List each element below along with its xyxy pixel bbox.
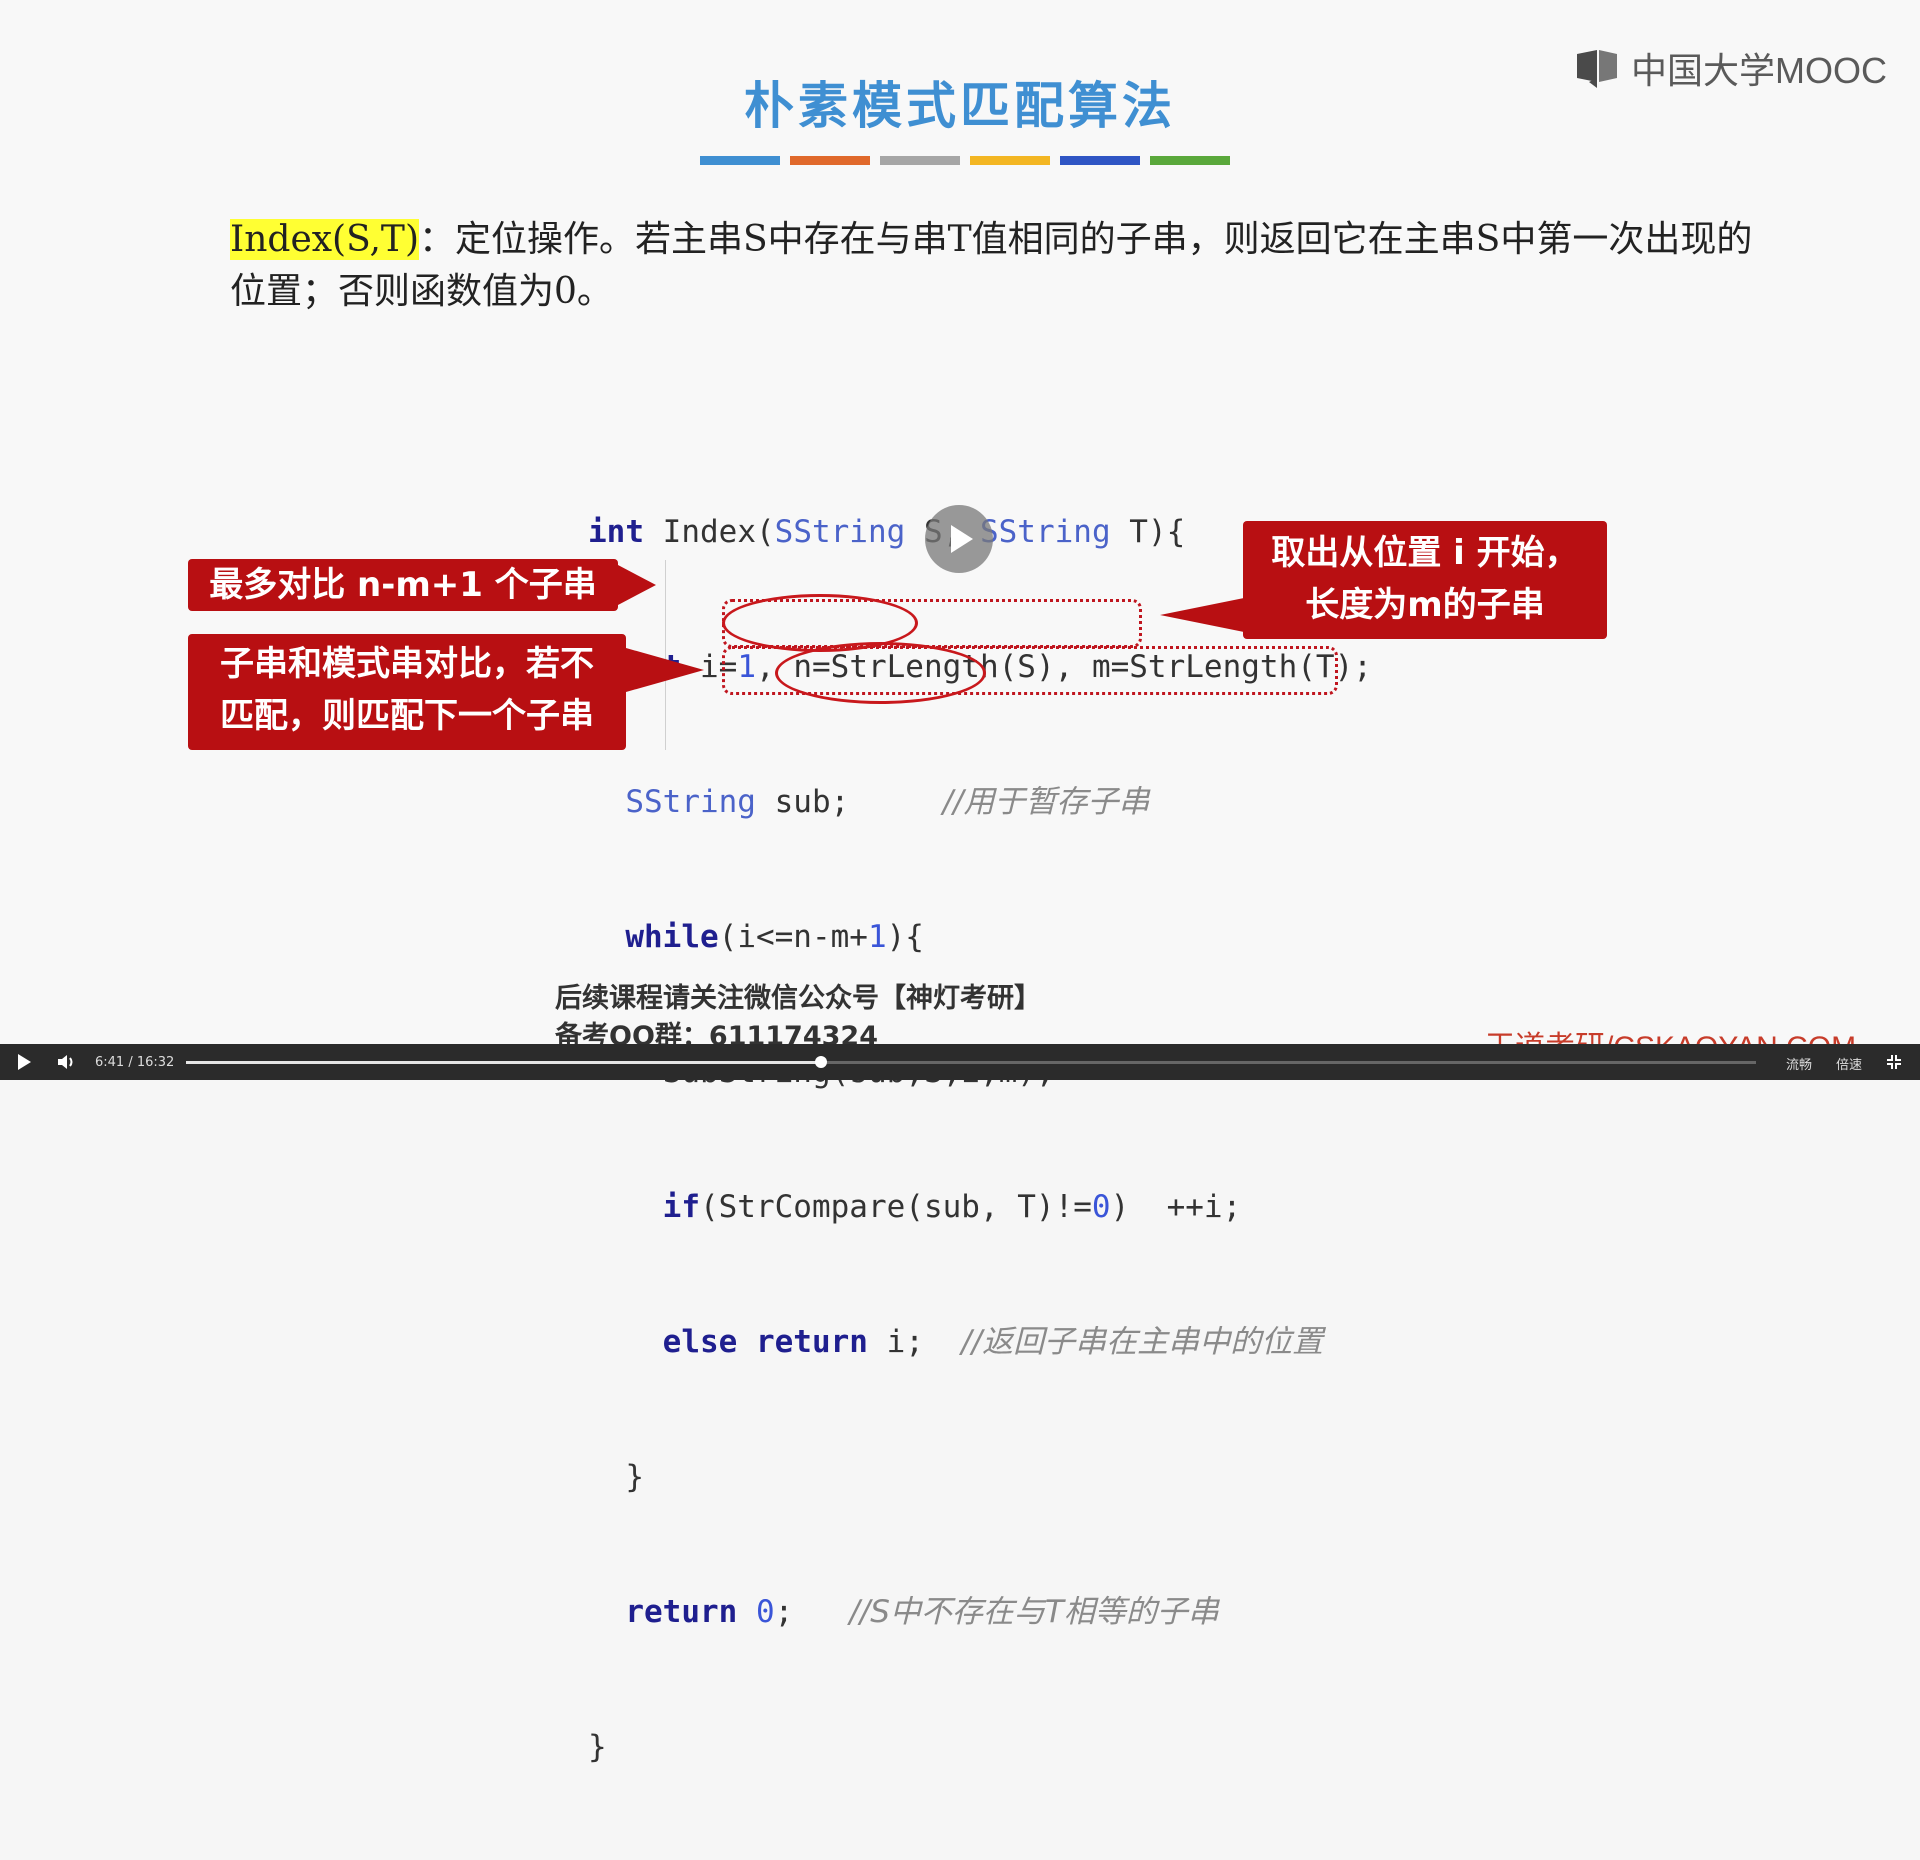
code-token: SString bbox=[979, 514, 1111, 550]
colorbar-1 bbox=[700, 156, 780, 165]
code-token: (i<=n-m+ bbox=[718, 919, 868, 955]
fullscreen-exit-icon[interactable] bbox=[1886, 1054, 1902, 1074]
mooc-logo-text: 中国大学MOOC bbox=[1631, 50, 1887, 91]
time-display: 6:41 / 16:32 bbox=[95, 1054, 175, 1070]
title-colorbars bbox=[700, 156, 1230, 165]
code-token: return bbox=[755, 1324, 868, 1360]
code-token: ){ bbox=[886, 919, 924, 955]
callout-compare-count: 最多对比 n-m+1 个子串 bbox=[188, 559, 618, 611]
code-comment: //用于暂存子串 bbox=[942, 784, 1150, 820]
code-token: return bbox=[625, 1594, 738, 1630]
callout-arrow-1 bbox=[618, 565, 656, 605]
colorbar-2 bbox=[790, 156, 870, 165]
code-token: int bbox=[588, 514, 644, 550]
player-controls: 6:41 / 16:32 流畅 倍速 bbox=[0, 1044, 1920, 1080]
progress-bar[interactable] bbox=[186, 1056, 1756, 1068]
speed-button[interactable]: 倍速 bbox=[1836, 1054, 1862, 1073]
code-token: ; bbox=[774, 1594, 794, 1630]
description: Index(S,T)：定位操作。若主串S中存在与串T值相同的子串，则返回它在主串… bbox=[230, 214, 1770, 318]
code-token: SString bbox=[625, 784, 756, 820]
code-token: while bbox=[625, 919, 719, 955]
function-name-highlight: Index(S,T) bbox=[230, 219, 419, 260]
callout-match-next-line1: 子串和模式串对比，若不 bbox=[220, 644, 594, 684]
code-token: T){ bbox=[1110, 514, 1186, 550]
progress-knob[interactable] bbox=[814, 1056, 827, 1068]
volume-icon[interactable] bbox=[57, 1053, 77, 1071]
code-token: ) ++i; bbox=[1110, 1189, 1242, 1225]
colorbar-4 bbox=[970, 156, 1050, 165]
code-line-3: SString sub; //用于暂存子串 bbox=[588, 780, 1372, 825]
code-token: 0 bbox=[755, 1594, 775, 1630]
colorbar-5 bbox=[1060, 156, 1140, 165]
mooc-logo-icon bbox=[1575, 48, 1619, 88]
description-text: ：定位操作。若主串S中存在与串T值相同的子串，则返回它在主串S中第一次出现的位置… bbox=[230, 219, 1753, 312]
code-token: (StrCompare(sub, T)!= bbox=[699, 1189, 1092, 1225]
callout-arrow-3 bbox=[1160, 598, 1244, 632]
code-token: } bbox=[625, 1459, 644, 1495]
strcompare-circle bbox=[775, 642, 986, 704]
code-line-10: } bbox=[588, 1725, 1372, 1770]
code-line-6: if(StrCompare(sub, T)!=0) ++i; bbox=[588, 1185, 1372, 1230]
quality-button[interactable]: 流畅 bbox=[1786, 1054, 1812, 1073]
code-line-9: return 0; //S中不存在与T相等的子串 bbox=[588, 1590, 1372, 1635]
callout-substring: 取出从位置 i 开始， 长度为m的子串 bbox=[1243, 521, 1607, 639]
progress-fill bbox=[186, 1061, 821, 1064]
callout-match-next-line2: 匹配，则匹配下一个子串 bbox=[220, 696, 594, 736]
callout-substring-line1: 取出从位置 i 开始， bbox=[1271, 533, 1579, 573]
code-comment: //S中不存在与T相等的子串 bbox=[849, 1594, 1219, 1630]
code-token: i; bbox=[867, 1324, 924, 1360]
code-line-4: while(i<=n-m+1){ bbox=[588, 915, 1372, 960]
callout-match-next: 子串和模式串对比，若不 匹配，则匹配下一个子串 bbox=[188, 634, 626, 750]
play-icon bbox=[951, 525, 973, 553]
callout-arrow-2 bbox=[626, 648, 704, 692]
code-token: if bbox=[662, 1189, 700, 1225]
code-line-7: else return i; //返回子串在主串中的位置 bbox=[588, 1320, 1372, 1365]
callout-substring-line2: 长度为m的子串 bbox=[1305, 585, 1545, 625]
code-token: sub; bbox=[755, 784, 850, 820]
colorbar-3 bbox=[880, 156, 960, 165]
center-play-button[interactable] bbox=[925, 505, 993, 573]
slide: 朴素模式匹配算法 中国大学MOOC Index(S,T)：定位操作。若主串S中存… bbox=[0, 0, 1920, 1765]
mooc-logo: 中国大学MOOC bbox=[1575, 42, 1887, 94]
code-line-8: } bbox=[588, 1455, 1372, 1500]
colorbar-6 bbox=[1150, 156, 1230, 165]
play-button[interactable] bbox=[18, 1054, 31, 1070]
code-token: 1 bbox=[867, 919, 887, 955]
code-token: SString bbox=[774, 514, 906, 550]
code-comment: //返回子串在主串中的位置 bbox=[961, 1324, 1324, 1360]
code-token: } bbox=[588, 1729, 607, 1765]
notice-wechat: 后续课程请关注微信公众号【神灯考研】 bbox=[555, 983, 1041, 1014]
callout-compare-count-text: 最多对比 n-m+1 个子串 bbox=[209, 565, 597, 605]
code-token: else bbox=[662, 1324, 738, 1360]
code-token: Index( bbox=[644, 514, 775, 550]
code-token: 0 bbox=[1091, 1189, 1111, 1225]
